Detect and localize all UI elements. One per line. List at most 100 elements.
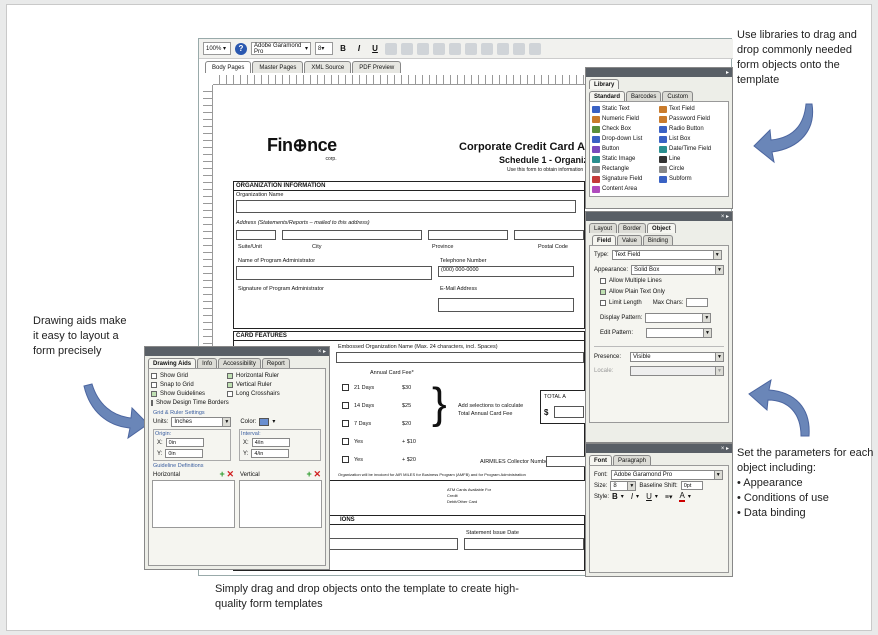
crosshairs-checkbox[interactable] — [227, 390, 233, 397]
edit-pattern-select[interactable]: ▼ — [646, 327, 713, 338]
horizontal-guides-list[interactable] — [152, 480, 235, 528]
tab-drawing-aids[interactable]: Drawing Aids — [148, 358, 197, 368]
tab-standard[interactable]: Standard — [589, 91, 626, 101]
design-borders-checkbox[interactable] — [151, 399, 153, 406]
style-bold-button[interactable]: B — [612, 492, 618, 501]
airmiles-field[interactable] — [546, 456, 585, 467]
add-horizontal-icon[interactable]: + — [220, 469, 225, 479]
tab-custom[interactable]: Custom — [662, 91, 694, 101]
style-underline-button[interactable]: U — [646, 492, 652, 501]
layer-icon[interactable] — [529, 42, 541, 55]
address-field-2[interactable] — [282, 230, 422, 240]
group-icon[interactable] — [497, 42, 509, 55]
delete-horizontal-icon[interactable]: ✕ — [226, 469, 234, 479]
chevron-down-icon[interactable]: ▾ — [636, 493, 639, 500]
interval-x-input[interactable]: 4/in — [251, 438, 290, 447]
origin-y-input[interactable]: 0in — [165, 449, 204, 458]
fee-checkbox-3[interactable] — [342, 420, 349, 427]
align-center-icon[interactable] — [401, 42, 413, 55]
delete-vertical-icon[interactable]: ✕ — [313, 469, 321, 479]
tab-barcodes[interactable]: Barcodes — [626, 91, 662, 101]
tab-pdf-preview[interactable]: PDF Preview — [352, 61, 402, 73]
library-item-static-text[interactable]: Static Text — [592, 104, 659, 114]
library-item-button[interactable]: Button — [592, 144, 659, 154]
add-vertical-icon[interactable]: + — [307, 469, 312, 479]
show-guidelines-checkbox[interactable] — [151, 390, 157, 397]
fee-checkbox-2[interactable] — [342, 402, 349, 409]
library-item-text-field[interactable]: Text Field — [659, 104, 726, 114]
library-item-password-field[interactable]: Password Field — [659, 114, 726, 124]
tab-field[interactable]: Field — [592, 235, 617, 245]
library-item-date-time-field[interactable]: Date/Time Field — [659, 144, 726, 154]
library-item-subform[interactable]: Subform — [659, 174, 726, 184]
vertical-guides-list[interactable] — [239, 480, 322, 528]
library-item-drop-down-list[interactable]: Drop-down List — [592, 134, 659, 144]
chevron-down-icon[interactable]: ▾ — [655, 493, 658, 500]
origin-x-input[interactable]: 0in — [165, 438, 204, 447]
font-family-select[interactable]: Adobe Garamond Pro ▼ — [610, 469, 723, 480]
font-color-button[interactable]: A — [679, 491, 685, 502]
outdent-icon[interactable] — [465, 42, 477, 55]
tab-value[interactable]: Value — [617, 235, 642, 245]
chevron-down-icon[interactable]: ▾ — [621, 493, 624, 500]
v-ruler-checkbox[interactable] — [227, 381, 233, 388]
tab-report[interactable]: Report — [261, 358, 290, 368]
max-chars-input[interactable] — [686, 298, 709, 307]
total-field[interactable] — [554, 406, 584, 418]
align-right-icon[interactable] — [417, 42, 429, 55]
library-item-line[interactable]: Line — [659, 154, 726, 164]
address-field-4[interactable] — [514, 230, 584, 240]
show-grid-checkbox[interactable] — [151, 372, 157, 379]
interval-y-input[interactable]: 4/in — [251, 449, 290, 458]
underline-button[interactable]: U — [369, 43, 381, 55]
limit-length-checkbox[interactable] — [600, 299, 606, 306]
tab-accessibility[interactable]: Accessibility — [218, 358, 261, 368]
library-title[interactable]: Library — [589, 79, 620, 89]
font-select[interactable]: Adobe Garamond Pro ▾ — [251, 42, 311, 55]
tab-master-pages[interactable]: Master Pages — [252, 61, 304, 73]
ungroup-icon[interactable] — [513, 42, 525, 55]
type-select[interactable]: Text Field ▼ — [611, 249, 722, 260]
fee-checkbox-1[interactable] — [342, 384, 349, 391]
phone-field[interactable]: (000) 000-0000 — [438, 266, 574, 277]
presence-select[interactable]: Visible ▼ — [630, 351, 724, 362]
color-swatch[interactable] — [259, 417, 270, 426]
library-item-static-image[interactable]: Static Image — [592, 154, 659, 164]
help-icon[interactable]: ? — [235, 42, 247, 55]
tab-paragraph[interactable]: Paragraph — [613, 455, 652, 465]
tab-info[interactable]: Info — [197, 358, 218, 368]
font-size-select[interactable]: 8 ▼ — [610, 480, 637, 491]
display-pattern-select[interactable]: ▼ — [645, 312, 712, 323]
library-item-check-box[interactable]: Check Box — [592, 124, 659, 134]
size-select[interactable]: 8 ▾ — [315, 42, 333, 55]
tab-body-pages[interactable]: Body Pages — [205, 61, 252, 73]
h-ruler-checkbox[interactable] — [227, 372, 233, 379]
chevron-down-icon[interactable]: ▾ — [688, 493, 691, 500]
library-item-list-box[interactable]: List Box — [659, 134, 726, 144]
library-item-content-area[interactable]: Content Area — [592, 184, 659, 194]
library-item-rectangle[interactable]: Rectangle — [592, 164, 659, 174]
statement-date-field[interactable] — [464, 538, 584, 550]
address-field-1[interactable] — [236, 230, 276, 240]
appearance-select[interactable]: Solid Box ▼ — [631, 264, 724, 275]
fee-checkbox-4[interactable] — [342, 438, 349, 445]
strikethrough-icon[interactable]: ≡▾ — [665, 493, 673, 501]
baseline-input[interactable]: 0pt — [680, 481, 703, 490]
zoom-select[interactable]: 100% ▾ — [203, 42, 231, 55]
admin-field[interactable] — [236, 266, 432, 280]
bold-button[interactable]: B — [337, 43, 349, 55]
address-field-3[interactable] — [428, 230, 508, 240]
library-item-signature-field[interactable]: Signature Field — [592, 174, 659, 184]
embossed-field[interactable] — [336, 352, 584, 363]
library-item-radio-button[interactable]: Radio Button — [659, 124, 726, 134]
snap-grid-checkbox[interactable] — [151, 381, 157, 388]
tab-object[interactable]: Object — [647, 223, 676, 233]
allow-multiple-checkbox[interactable] — [600, 277, 606, 284]
distribute-icon[interactable] — [481, 42, 493, 55]
tab-layout[interactable]: Layout — [589, 223, 618, 233]
panel-menu-icon[interactable]: ▸ — [726, 69, 729, 76]
tab-font[interactable]: Font — [589, 455, 612, 465]
align-left-icon[interactable] — [385, 42, 397, 55]
tab-binding[interactable]: Binding — [642, 235, 673, 245]
org-name-field[interactable] — [236, 200, 576, 213]
